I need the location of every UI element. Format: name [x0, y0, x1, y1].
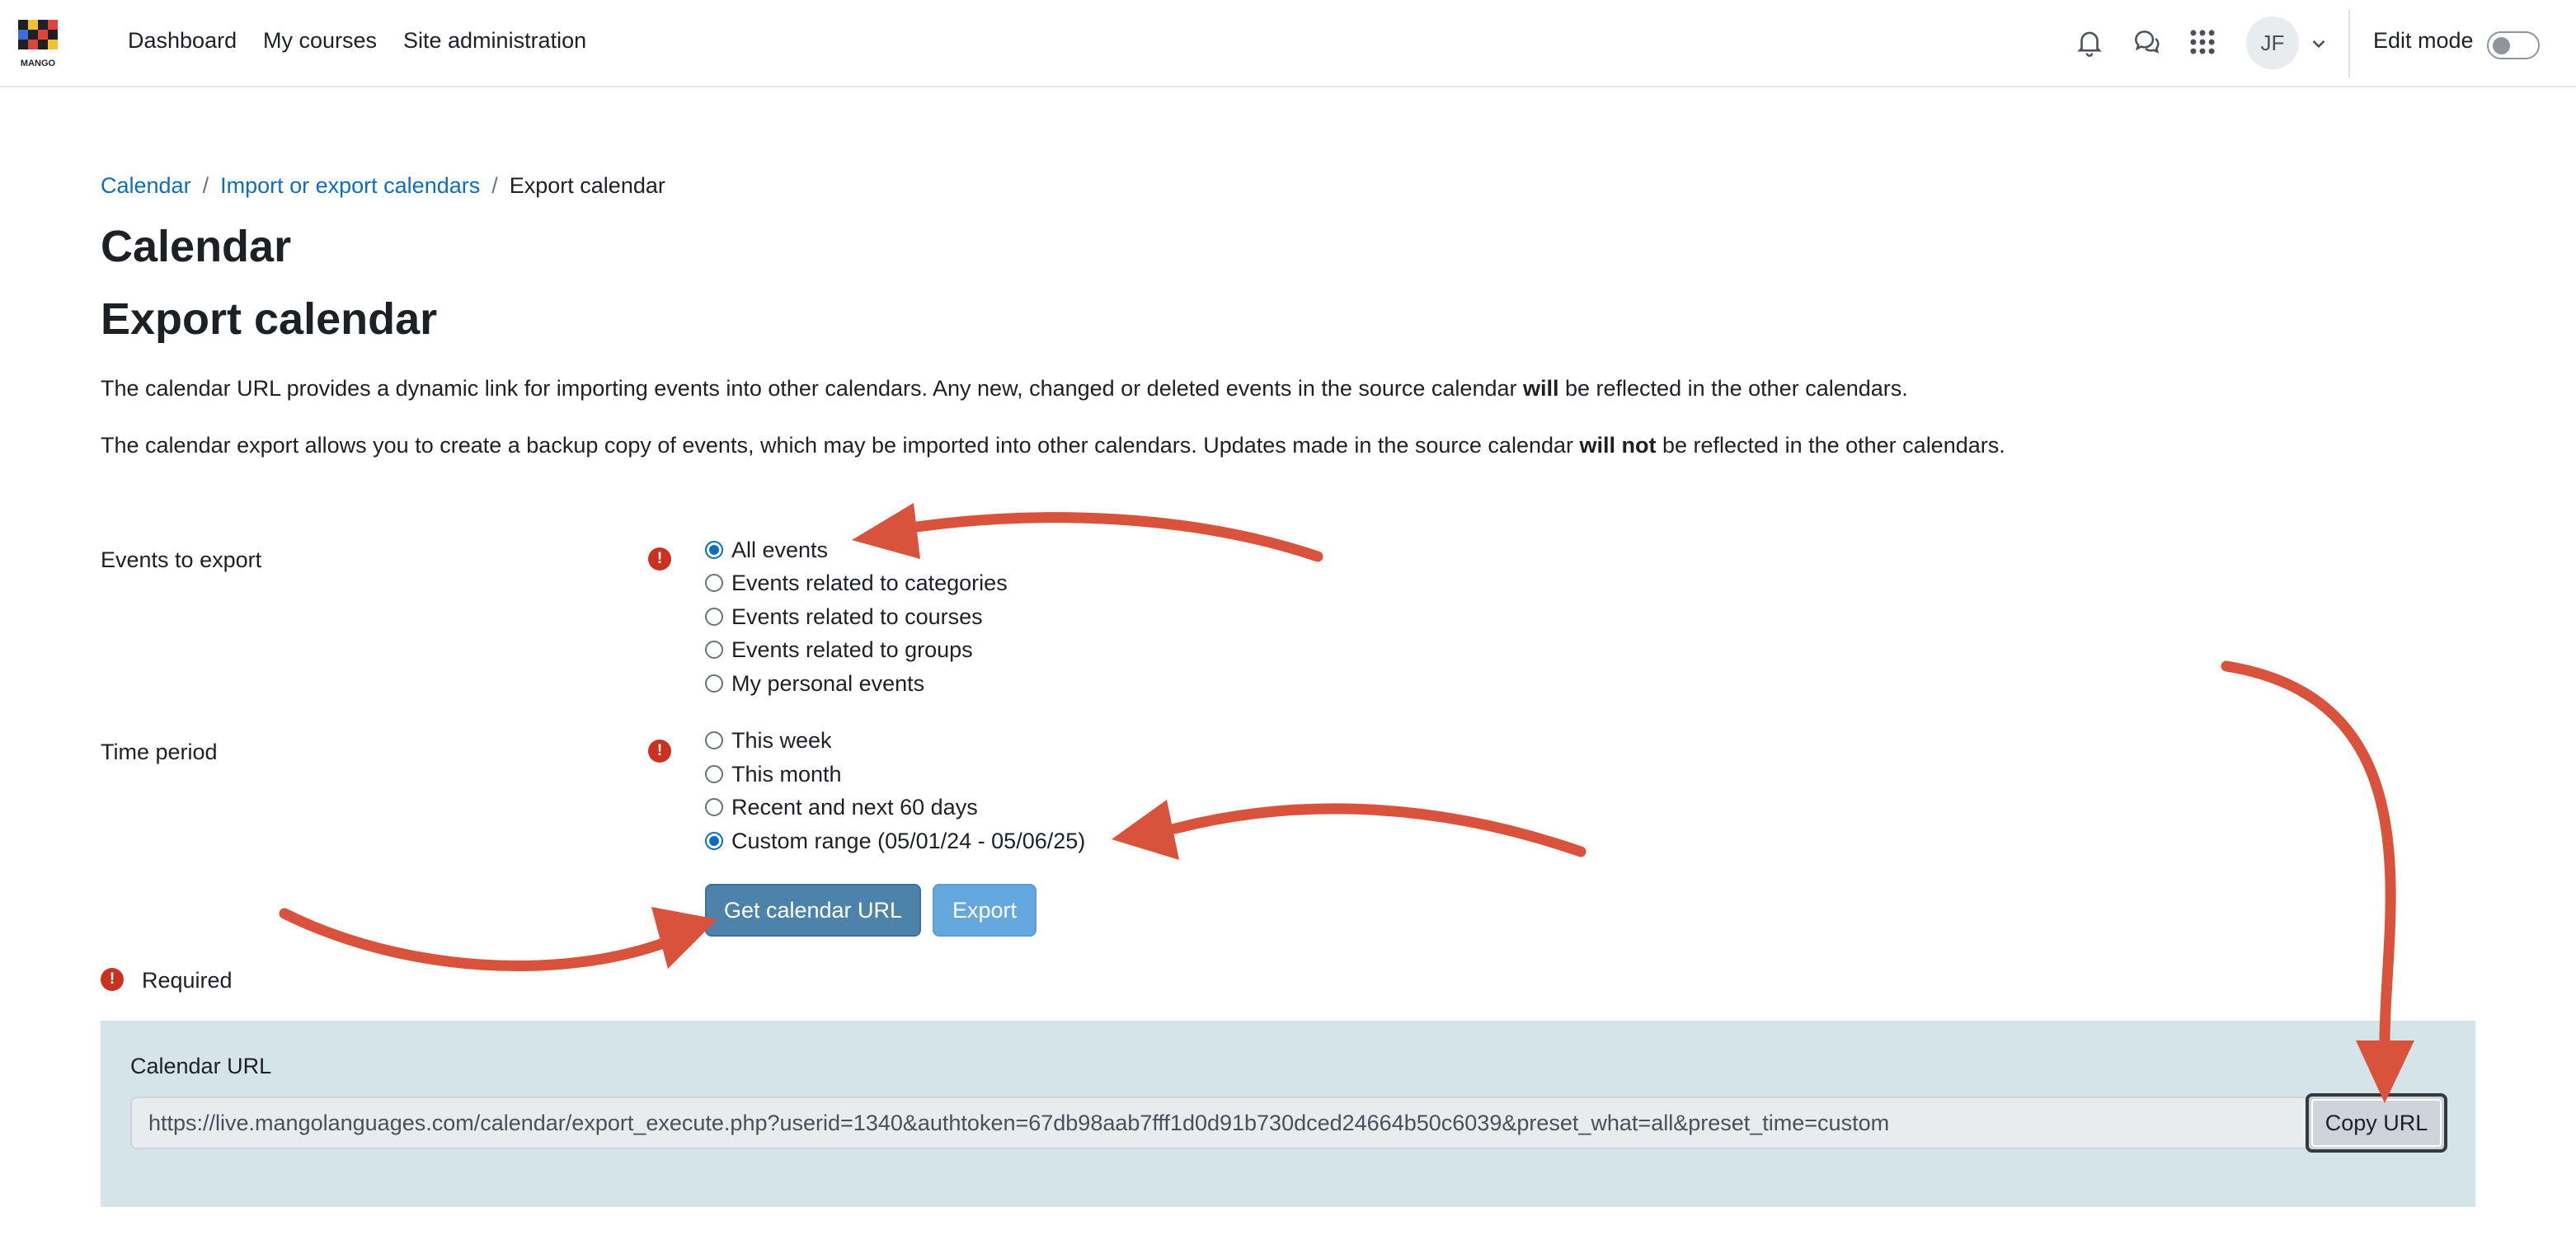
edit-mode-label: Edit mode [2373, 28, 2474, 53]
breadcrumb-separator: / [491, 173, 498, 198]
arrow-to-get-url-button [279, 908, 674, 971]
radio-button[interactable] [705, 832, 723, 850]
page-title: Calendar [101, 222, 292, 271]
nav-dashboard-link[interactable]: Dashboard [128, 28, 237, 54]
calendar-url-field[interactable]: https://live.mangolanguages.com/calendar… [130, 1097, 2307, 1149]
calendar-url-label: Calendar URL [130, 1054, 272, 1078]
arrowhead [1112, 800, 1179, 860]
copy-url-button[interactable]: Copy URL [2306, 1093, 2447, 1153]
radio-personal-events[interactable]: My personal events [705, 669, 924, 698]
radio-button[interactable] [705, 765, 723, 783]
calendar-url-panel: Calendar URL https://live.mangolanguages… [101, 1021, 2475, 1207]
avatar-initials: JF [2260, 30, 2285, 55]
radio-events-courses[interactable]: Events related to courses [705, 603, 983, 631]
radio-button[interactable] [705, 674, 723, 693]
get-calendar-url-button[interactable]: Get calendar URL [705, 884, 921, 937]
nav-divider [2348, 10, 2350, 78]
messages-chat-icon[interactable] [2131, 26, 2162, 58]
required-note: Required [142, 968, 233, 993]
radio-button[interactable] [705, 798, 723, 816]
export-button[interactable]: Export [933, 884, 1037, 937]
nav-my-courses-link[interactable]: My courses [263, 28, 377, 54]
notifications-bell-icon[interactable] [2074, 26, 2105, 58]
radio-this-month[interactable]: This month [705, 760, 842, 788]
description-calendar-export: The calendar export allows you to create… [101, 433, 2005, 458]
radio-button[interactable] [705, 731, 723, 749]
events-to-export-label: Events to export [101, 547, 262, 572]
user-avatar[interactable]: JF [2246, 16, 2299, 69]
breadcrumb-import-export-link[interactable]: Import or export calendars [220, 173, 480, 198]
description-calendar-url: The calendar URL provides a dynamic link… [101, 376, 1908, 401]
breadcrumb-separator: / [202, 173, 209, 198]
breadcrumb-calendar-link[interactable]: Calendar [101, 173, 191, 198]
time-period-label: Time period [101, 740, 218, 764]
mango-logo[interactable]: MANGO [16, 16, 64, 69]
nav-site-administration-link[interactable]: Site administration [403, 28, 586, 54]
arrow-to-copy-url-button [2221, 660, 2396, 1053]
radio-button[interactable] [705, 574, 723, 592]
arrow-to-custom-range [1169, 803, 1586, 857]
section-title: Export calendar [101, 294, 438, 344]
chevron-down-icon[interactable] [2308, 33, 2329, 54]
radio-button[interactable] [705, 541, 723, 559]
required-icon: ! [648, 740, 671, 763]
svg-text:MANGO: MANGO [21, 59, 56, 68]
radio-button[interactable] [705, 608, 723, 626]
required-icon: ! [648, 547, 671, 571]
mango-logo-icon: MANGO [18, 20, 58, 68]
radio-all-events[interactable]: All events [705, 536, 828, 564]
copy-url-label: Copy URL [2325, 1110, 2428, 1135]
radio-events-groups[interactable]: Events related to groups [705, 636, 973, 664]
breadcrumb: Calendar / Import or export calendars / Expo… [101, 173, 665, 199]
radio-recent-next-60-days[interactable]: Recent and next 60 days [705, 793, 978, 821]
apps-grid-icon[interactable] [2187, 26, 2218, 58]
breadcrumb-current: Export calendar [509, 173, 665, 198]
radio-events-categories[interactable]: Events related to categories [705, 569, 1008, 597]
arrow-to-all-events [889, 512, 1323, 562]
arrowhead [852, 503, 920, 559]
toggle-knob [2493, 37, 2510, 54]
edit-mode-toggle[interactable] [2487, 31, 2540, 59]
radio-this-week[interactable]: This week [705, 726, 832, 754]
radio-button[interactable] [705, 641, 723, 659]
radio-custom-range[interactable]: Custom range (05/01/24 - 05/06/25) [705, 827, 1085, 855]
required-icon: ! [101, 968, 124, 991]
top-navbar: MANGO Dashboard My courses Site administ… [0, 0, 2576, 87]
